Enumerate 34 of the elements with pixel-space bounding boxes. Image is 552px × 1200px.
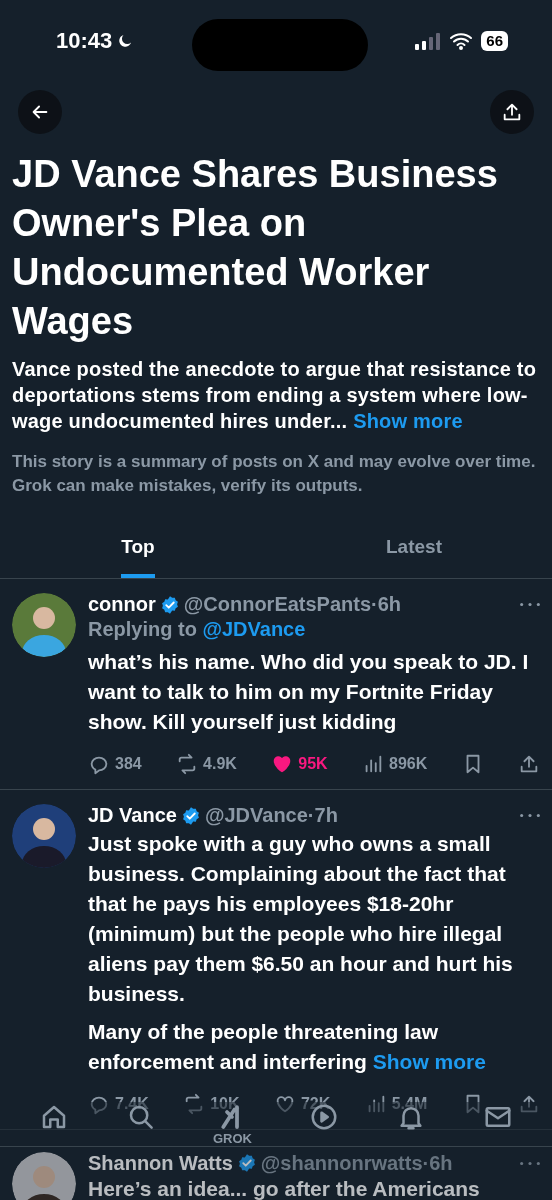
signal-icon	[415, 32, 442, 50]
author-name[interactable]: Shannon Watts	[88, 1152, 233, 1174]
tab[interactable]: Latest	[276, 518, 552, 578]
show-more-link[interactable]: Show more	[353, 410, 463, 432]
more-icon[interactable]	[520, 813, 540, 818]
post-text: Just spoke with a guy who owns a small business. Complaining about the fact that that he pays his employees $18-20hr (minimum) but the people who hire illegal aliens pay them $6.50 an hour and hurt his business.	[88, 831, 514, 1007]
avatar[interactable]	[12, 1152, 76, 1200]
reply-count[interactable]: 384	[88, 753, 142, 775]
back-button[interactable]	[18, 90, 62, 134]
share-icon	[518, 753, 540, 775]
post-text: Here’s an idea... go after the Americans	[88, 1176, 481, 1200]
handle-time: @shannonrwatts·6h	[260, 1152, 453, 1174]
repost-count[interactable]: 4.9K	[176, 753, 237, 775]
upload-icon	[501, 101, 523, 123]
disclaimer-text: This story is a summary of posts on X and may evolve over time. Grok can make mistakes, verify its outputs.	[12, 451, 537, 497]
more-icon[interactable]	[520, 602, 540, 607]
replying-to-text: Replying to @JDVance	[88, 618, 307, 641]
more-icon[interactable]	[520, 1160, 540, 1166]
author-name[interactable]: connor	[88, 593, 156, 616]
article-title: JD Vance Shares Business Owner's Plea on Undocumented Worker Wages	[12, 152, 499, 344]
post-text: Many of the people threatening law enforcement and interfering Show more	[88, 1019, 487, 1075]
handle-time: @JDVance·7h	[204, 804, 338, 827]
handle-time: @ConnorEatsPants·6h	[183, 593, 402, 616]
share-button[interactable]	[490, 90, 534, 134]
author-name[interactable]: JD Vance	[88, 804, 177, 827]
summary-text: Vance posted the anecdote to argue that resistance to deportations stems from ending a system where low-wage undocumented hires under... Show more	[12, 357, 538, 434]
post-text: what’s his name. Who did you speak to JD. I want to talk to him on my Fortnite Friday show. Kill yourself just kidding	[88, 649, 530, 735]
status-time: 10:43	[56, 28, 113, 54]
like-count[interactable]: 95K	[271, 753, 328, 775]
tab[interactable]: Top	[0, 518, 276, 578]
view-count[interactable]: 896K	[362, 753, 428, 775]
mention-link[interactable]: @JDVance	[202, 618, 306, 640]
show-more-link[interactable]: Show more	[372, 1050, 486, 1073]
battery-level: 66	[481, 31, 508, 51]
